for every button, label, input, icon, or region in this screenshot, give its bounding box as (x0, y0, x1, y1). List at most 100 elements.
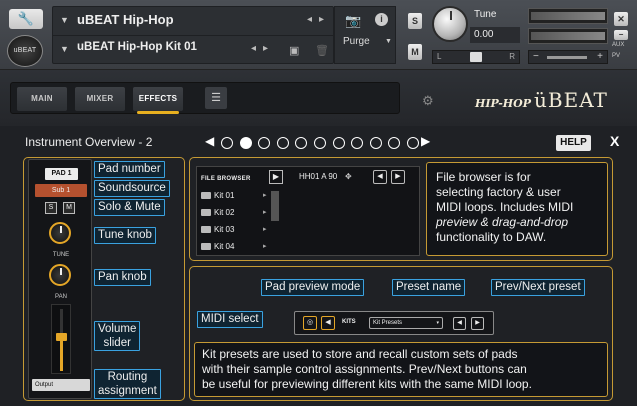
solo-button[interactable]: S (408, 13, 422, 29)
kits-desc-line3: be useful for previewing different kits … (202, 377, 532, 391)
tab-effects[interactable]: EFFECTS (133, 87, 183, 114)
plus-icon: + (597, 51, 603, 62)
instrument-name: uBEAT Hip-Hop (77, 12, 174, 27)
fb-desc-line4: preview & drag-and-drop (436, 215, 569, 229)
aux-label[interactable]: AUX (612, 42, 624, 48)
callout-pad-number: Pad number (94, 161, 165, 178)
page-dot-4[interactable] (276, 137, 289, 149)
page-dot-2[interactable] (239, 137, 252, 149)
drag-icon[interactable]: ✥ (345, 172, 352, 181)
next-instrument-icon[interactable]: ▸ (319, 14, 324, 25)
folder-icon (201, 243, 211, 250)
callout-tune-knob: Tune knob (94, 227, 156, 244)
pad-pan-label: PAN (55, 294, 67, 300)
callout-soundsource: Soundsource (94, 180, 170, 197)
file-browser: FILE BROWSER ▶ HH01 A 90 ✥ ◀ ▶ Kit 01 ▸ K… (196, 166, 420, 256)
purge-menu[interactable]: Purge (343, 36, 370, 47)
callout-routing-line1: Routing (107, 371, 148, 383)
dropdown-arrow-icon[interactable]: ▼ (60, 15, 69, 25)
prev-instrument-icon[interactable]: ◂ (307, 14, 312, 25)
close-instrument-icon[interactable]: ✕ (614, 12, 628, 26)
close-overview-button[interactable]: X (610, 133, 619, 149)
page-dot-8[interactable] (351, 137, 364, 149)
mute-button[interactable]: M (408, 44, 422, 60)
pan-slider-thumb[interactable] (470, 52, 482, 62)
dropdown-arrow-icon: ▾ (436, 320, 439, 326)
kits-description: Kit presets are used to store and recall… (202, 347, 606, 392)
fb-desc-line5: functionality to DAW. (436, 230, 547, 244)
page-dot-1[interactable] (221, 137, 233, 149)
pad-tune-knob[interactable] (49, 222, 71, 244)
output-meter-left (528, 8, 608, 24)
speaker-icon[interactable]: ◀ (321, 316, 335, 330)
kits-desc-line2: with their sample control assignments. P… (202, 362, 527, 376)
pad-solo-button[interactable]: S (45, 202, 57, 214)
next-kit-button[interactable]: ▶ (471, 317, 484, 330)
prev-preset-icon[interactable]: ◂ (251, 43, 256, 54)
kits-bar: ◎ ◀ KITS Kit Presets ▾ ◀ ▶ (294, 311, 494, 335)
pv-label[interactable]: PV (612, 53, 620, 59)
output-meter-right (528, 28, 608, 44)
tab-mixer[interactable]: MIXER (75, 87, 125, 111)
prev-loop-icon[interactable]: ◀ (373, 170, 387, 184)
folder-label: Kit 01 (214, 191, 235, 200)
chevron-right-icon: ▸ (263, 209, 267, 216)
folder-kit-02[interactable]: Kit 02 ▸ (201, 206, 267, 220)
pad-volume-thumb[interactable] (56, 333, 67, 341)
kit-presets-dropdown[interactable]: Kit Presets ▾ (369, 317, 443, 329)
routing-dropdown[interactable]: Output (32, 379, 90, 391)
callout-routing: Routing assignment (94, 369, 161, 399)
fb-desc-line1: File browser is for (436, 170, 531, 184)
folder-icon (201, 226, 211, 233)
page-dot-3[interactable] (258, 137, 271, 149)
folder-kit-01[interactable]: Kit 01 ▸ (201, 189, 267, 203)
folder-kit-04[interactable]: Kit 04 ▸ (201, 240, 267, 254)
trash-icon[interactable]: 🗑 (315, 44, 329, 57)
folder-kit-03[interactable]: Kit 03 ▸ (201, 223, 267, 237)
purge-dropdown-icon[interactable]: ▼ (385, 38, 392, 45)
page-dot-9[interactable] (369, 137, 382, 149)
next-preset-icon[interactable]: ▸ (263, 43, 268, 54)
callout-volume-slider: Volume slider (94, 321, 141, 351)
pad-pan-knob[interactable] (49, 264, 71, 286)
prev-kit-button[interactable]: ◀ (453, 317, 466, 330)
routing-value: Output (35, 382, 54, 388)
sliders-icon[interactable]: ☰ (205, 87, 227, 109)
tune-knob[interactable] (432, 6, 468, 42)
callout-pan-knob: Pan knob (94, 269, 151, 286)
page-dot-7[interactable] (332, 137, 345, 149)
minimize-instrument-icon[interactable]: − (614, 30, 628, 40)
midi-select-icon[interactable]: ◎ (303, 316, 317, 330)
camera-icon[interactable]: 📷 (345, 13, 361, 29)
file-browser-scrollbar[interactable] (271, 191, 279, 221)
page-dot-10[interactable] (388, 137, 401, 149)
next-page-icon[interactable]: ▶ (421, 134, 430, 148)
pad-volume-slider[interactable] (51, 304, 71, 374)
pad-number-badge[interactable]: PAD 1 (45, 168, 78, 180)
instrument-name-row: ▼ uBEAT Hip-Hop ◂ ▸ (53, 7, 335, 33)
page-dot-5[interactable] (295, 137, 308, 149)
pad-mute-button[interactable]: M (63, 202, 75, 214)
instrument-nameplate: ▼ uBEAT Hip-Hop ◂ ▸ ▼ uBEAT Hip-Hop Kit … (52, 6, 335, 64)
dropdown-arrow-icon[interactable]: ▼ (60, 44, 69, 54)
wrench-icon[interactable]: 🔧 (9, 9, 43, 29)
help-button[interactable]: HELP (556, 135, 591, 151)
page-dot-11[interactable] (407, 137, 419, 149)
soundsource-selector[interactable]: Sub 1 (35, 184, 87, 197)
tune-value[interactable]: 0.00 (470, 27, 520, 43)
volume-slider[interactable]: − + (528, 50, 608, 64)
pan-left-label: L (437, 52, 442, 61)
callout-midi-select: MIDI select (197, 311, 263, 328)
prev-page-icon[interactable]: ◀ (205, 134, 214, 148)
save-disk-icon[interactable]: ▣ (289, 44, 299, 57)
callout-volume-line1: Volume (98, 323, 137, 335)
tab-main[interactable]: MAIN (17, 87, 67, 111)
kit-presets-value: Kit Presets (373, 320, 403, 326)
next-loop-icon[interactable]: ▶ (391, 170, 405, 184)
info-icon[interactable]: i (375, 13, 388, 26)
gear-icon[interactable]: ⚙ (422, 93, 434, 109)
page-dot-6[interactable] (314, 137, 326, 149)
play-icon[interactable]: ▶ (269, 170, 283, 184)
pan-slider[interactable]: L R (432, 50, 520, 64)
folder-icon (201, 209, 211, 216)
